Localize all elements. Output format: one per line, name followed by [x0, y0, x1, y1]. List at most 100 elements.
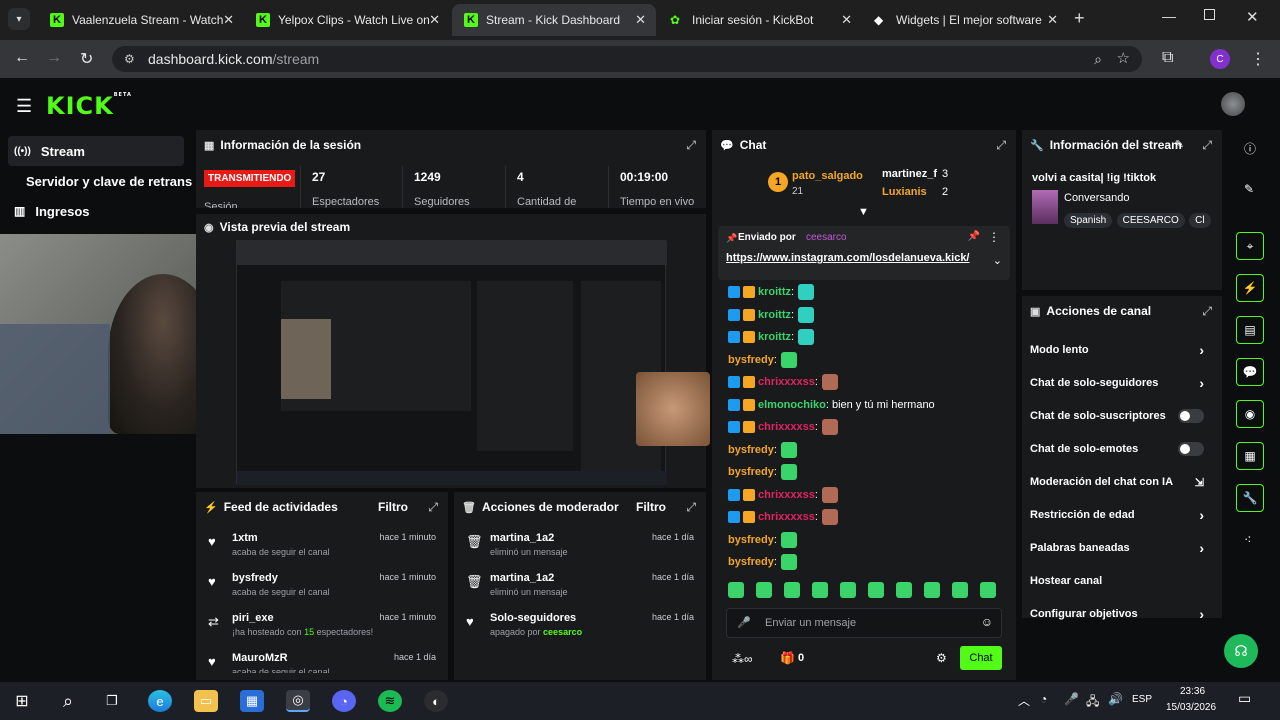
chat-button[interactable]: 💬	[1236, 358, 1264, 386]
chevron-down-icon[interactable]: ⌄	[993, 254, 1002, 267]
search-icon[interactable]: ⌕	[56, 690, 80, 712]
sidebar-item-stream[interactable]: ((•)) Stream	[8, 136, 184, 166]
clock-time[interactable]: 23:36	[1180, 686, 1205, 697]
feed-user[interactable]: piri_exe	[232, 612, 274, 624]
tab-widgets[interactable]: ◆ Widgets | El mejor software ✕	[862, 4, 1068, 36]
tag[interactable]: Cl	[1189, 213, 1211, 228]
emote[interactable]	[952, 582, 968, 598]
tab-vaalenzuela[interactable]: K Vaalenzuela Stream - Watch ✕	[38, 4, 244, 36]
chat-username[interactable]: bysfredy	[728, 444, 774, 456]
close-window-button[interactable]: ✕	[1246, 8, 1259, 26]
windows-start-icon[interactable]: ⊞	[10, 690, 34, 712]
close-icon[interactable]: ✕	[1047, 12, 1058, 28]
store-icon[interactable]: ▦	[240, 690, 264, 712]
emote[interactable]	[896, 582, 912, 598]
tab-kick-dashboard[interactable]: K Stream - Kick Dashboard ✕	[452, 4, 656, 36]
channel-action-item[interactable]: Chat de solo-emotes	[1030, 437, 1216, 461]
volume-icon[interactable]: 🔊	[1108, 692, 1123, 706]
mic-icon[interactable]: 🎤	[737, 616, 751, 629]
discord-icon[interactable]: ◔	[332, 690, 356, 712]
stream-preview-video[interactable]	[236, 240, 667, 485]
new-tab-button[interactable]: +	[1074, 8, 1085, 29]
url-field[interactable]: ⚙ dashboard.kick.com/stream ⌕ ☆	[112, 46, 1142, 72]
sidebar-item-server-key[interactable]: Servidor y clave de retransm	[20, 166, 192, 196]
emoji-icon[interactable]: ☺	[981, 615, 993, 629]
info-icon[interactable]: ⓘ	[1244, 140, 1256, 157]
edit-pencil-icon[interactable]: ✎	[1175, 138, 1184, 151]
back-icon[interactable]: ←	[14, 49, 30, 67]
mod-user[interactable]: Solo-seguidores	[490, 612, 576, 624]
channel-action-item[interactable]: Modo lento ›	[1030, 338, 1216, 362]
task-view-icon[interactable]: ❐	[100, 690, 124, 712]
network-icon[interactable]: 🖧	[1086, 692, 1099, 713]
minimize-button[interactable]: —	[1162, 8, 1176, 24]
tools-button[interactable]: 🔧	[1236, 484, 1264, 512]
mic-tray-icon[interactable]: 🎤	[1064, 692, 1079, 706]
more-options-icon[interactable]: ⋮	[988, 230, 1000, 244]
site-info-icon[interactable]: ⚙	[124, 46, 135, 72]
collapse-icon[interactable]: ▼	[858, 206, 869, 218]
channel-action-item[interactable]: Hostear canal	[1030, 569, 1216, 593]
edge-icon[interactable]: e	[148, 690, 172, 712]
chat-username[interactable]: chrixxxxss	[758, 376, 815, 388]
gifter-name[interactable]: martinez_f	[882, 168, 937, 180]
close-icon[interactable]: ✕	[429, 12, 440, 28]
expand-icon[interactable]: ⤢	[1202, 138, 1212, 153]
share-icon[interactable]: ⁖	[1244, 532, 1252, 548]
feed-user[interactable]: MauroMzR	[232, 652, 288, 664]
chat-send-button[interactable]: Chat	[960, 646, 1002, 670]
profile-avatar[interactable]: C	[1210, 49, 1230, 69]
top-gifter-name[interactable]: pato_salgado	[792, 170, 863, 182]
support-headset-button[interactable]: ☊	[1224, 634, 1258, 668]
pencil-icon[interactable]: ✎	[1244, 182, 1254, 196]
emote[interactable]	[756, 582, 772, 598]
broadcast-button[interactable]: ◉	[1236, 400, 1264, 428]
raid-button[interactable]: ⌖	[1236, 232, 1264, 260]
close-icon[interactable]: ✕	[635, 12, 646, 28]
channel-action-item[interactable]: Restricción de edad ›	[1030, 503, 1216, 527]
channel-action-item[interactable]: Chat de solo-seguidores ›	[1030, 371, 1216, 395]
close-icon[interactable]: ✕	[841, 12, 852, 28]
chat-username[interactable]: kroittz	[758, 286, 791, 298]
stream-settings-button[interactable]: ▦	[1236, 442, 1264, 470]
tab-kickbot[interactable]: ✿ Iniciar sesión - KickBot ✕	[658, 4, 862, 36]
feed-user[interactable]: 1xtm	[232, 532, 258, 544]
chat-input[interactable]: 🎤 Enviar un mensaje ☺	[726, 608, 1002, 638]
chat-username[interactable]: chrixxxxss	[758, 511, 815, 523]
clock-date[interactable]: 15/03/2026	[1166, 702, 1216, 713]
chat-username[interactable]: kroittz	[758, 331, 791, 343]
chat-username[interactable]: bysfredy	[728, 354, 774, 366]
expand-icon[interactable]: ⤢	[686, 500, 696, 515]
file-explorer-icon[interactable]: ▭	[194, 690, 218, 712]
tag[interactable]: CEESARCO	[1116, 213, 1185, 228]
chat-username[interactable]: kroittz	[758, 309, 791, 321]
emote[interactable]	[784, 582, 800, 598]
category-name[interactable]: Conversando	[1064, 192, 1129, 204]
menu-kebab-icon[interactable]: ⋮	[1250, 49, 1266, 69]
emote[interactable]	[980, 582, 996, 598]
discord-tray-icon[interactable]: ◔	[1040, 692, 1047, 706]
tab-yelpox[interactable]: K Yelpox Clips - Watch Live on ✕	[244, 4, 450, 36]
chevron-up-icon[interactable]: ︿	[1018, 692, 1030, 709]
chrome-icon[interactable]: ◎	[286, 690, 310, 712]
filter-button[interactable]: Filtro	[378, 500, 408, 514]
forward-icon[interactable]: →	[46, 49, 62, 67]
reload-icon[interactable]: ↻	[80, 49, 93, 69]
channel-action-item[interactable]: Configurar objetivos ›	[1030, 602, 1216, 626]
sidebar-item-income[interactable]: ▥ Ingresos	[8, 196, 90, 226]
channel-action-item[interactable]: Palabras baneadas ›	[1030, 536, 1216, 560]
chat-username[interactable]: chrixxxxss	[758, 489, 815, 501]
emote[interactable]	[924, 582, 940, 598]
zoom-icon[interactable]: ⌕	[1094, 46, 1102, 72]
spotify-icon[interactable]: ≋	[378, 690, 402, 712]
gift-icon[interactable]: 🎁	[780, 651, 795, 665]
language-indicator[interactable]: ESP	[1132, 694, 1152, 705]
gifter-name[interactable]: Luxianis	[882, 186, 927, 198]
emote[interactable]	[868, 582, 884, 598]
notifications-icon[interactable]: ▭	[1238, 690, 1251, 707]
chat-username[interactable]: bysfredy	[728, 534, 774, 546]
chat-username[interactable]: bysfredy	[728, 466, 774, 478]
obs-icon[interactable]: ◐	[424, 690, 448, 712]
chat-username[interactable]: elmonochiko	[758, 399, 826, 411]
expand-icon[interactable]: ⤢	[996, 138, 1006, 153]
